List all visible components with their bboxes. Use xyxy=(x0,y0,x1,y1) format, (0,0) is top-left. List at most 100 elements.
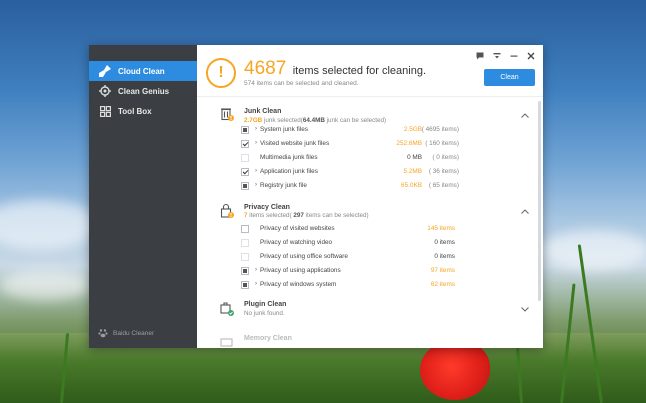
collapse-chevron-icon[interactable] xyxy=(521,207,529,215)
row-label: Privacy of using applications xyxy=(260,267,341,274)
row-label: System junk files xyxy=(260,126,308,133)
section-subtitle: 7 items selected( 297 items can be selec… xyxy=(244,212,369,219)
row-count: ( 0 items) xyxy=(432,154,459,161)
checkbox[interactable] xyxy=(241,225,249,233)
expand-chevron-icon[interactable] xyxy=(521,305,529,313)
privacy-row-video: Privacy of watching video 0 items xyxy=(197,237,543,249)
row-size: 252.6MB xyxy=(396,140,422,147)
background-cloud xyxy=(0,270,90,300)
sidebar-item-label: Clean Genius xyxy=(118,86,170,96)
close-icon[interactable] xyxy=(526,51,535,60)
grid-icon xyxy=(98,104,112,118)
window-controls xyxy=(475,51,535,60)
row-count: ( 36 items) xyxy=(428,168,459,175)
row-label: Privacy of using office software xyxy=(260,253,348,260)
row-items: 0 items xyxy=(434,239,455,246)
privacy-sub-end: items can be selected) xyxy=(303,212,369,219)
background-cloud xyxy=(540,230,646,270)
sidebar-item-tool-box[interactable]: Tool Box xyxy=(89,101,197,121)
checkbox[interactable] xyxy=(241,253,249,261)
expand-arrow-icon[interactable]: › xyxy=(255,126,257,132)
background-cloud xyxy=(0,200,100,250)
row-size: 5.2MB xyxy=(403,168,422,175)
gear-icon xyxy=(98,84,112,98)
minimize-icon[interactable] xyxy=(509,51,518,60)
checkbox[interactable] xyxy=(241,154,249,162)
paw-icon xyxy=(98,328,108,338)
headline-text: items selected for cleaning. xyxy=(292,65,427,77)
sidebar: Cloud Clean Clean Genius Tool Box Baidu … xyxy=(89,45,197,348)
row-count: ( 65 items) xyxy=(428,182,459,189)
scan-results: Junk Clean 2.7GB junk selected(64.4MB ju… xyxy=(197,97,543,348)
section-title: Plugin Clean xyxy=(244,301,287,308)
checkbox[interactable] xyxy=(241,126,249,134)
selected-count: 4687 xyxy=(244,58,287,79)
row-label: Visited website junk files xyxy=(260,140,330,147)
privacy-row-windows: › Privacy of windows system 62 items xyxy=(197,279,543,291)
junk-sub-end: junk can be selected) xyxy=(324,117,387,124)
checkbox[interactable] xyxy=(241,239,249,247)
expand-arrow-icon[interactable]: › xyxy=(255,281,257,287)
trash-icon xyxy=(219,106,235,122)
row-count: ( 4695 items) xyxy=(421,126,459,133)
junk-row-application: › Application junk files 5.2MB ( 36 item… xyxy=(197,166,543,178)
sidebar-item-cloud-clean[interactable]: Cloud Clean xyxy=(89,61,197,81)
privacy-sub-text: items selected( xyxy=(247,212,294,219)
privacy-row-office: Privacy of using office software 0 items xyxy=(197,251,543,263)
row-size: 2.5GB xyxy=(403,126,422,133)
expand-arrow-icon[interactable]: › xyxy=(255,182,257,188)
expand-arrow-icon[interactable]: › xyxy=(255,140,257,146)
junk-available-size: 64.4MB xyxy=(302,117,325,124)
section-subtitle: 2.7GB junk selected(64.4MB junk can be s… xyxy=(244,117,386,124)
sidebar-item-clean-genius[interactable]: Clean Genius xyxy=(89,81,197,101)
row-size: 65.0KB xyxy=(401,182,422,189)
app-window: Cloud Clean Clean Genius Tool Box Baidu … xyxy=(89,45,543,348)
junk-sub-text: junk selected( xyxy=(262,117,303,124)
summary-subline: 574 items can be selected and cleaned. xyxy=(244,80,359,87)
row-items: 0 items xyxy=(434,253,455,260)
summary-header: ! 4687 items selected for cleaning. 574 … xyxy=(197,45,543,97)
broom-icon xyxy=(98,64,112,78)
sidebar-nav: Cloud Clean Clean Genius Tool Box xyxy=(89,45,197,121)
row-label: Privacy of windows system xyxy=(260,281,337,288)
row-label: Registry junk file xyxy=(260,182,307,189)
plugin-icon xyxy=(219,301,235,317)
row-items: 62 items xyxy=(430,281,455,288)
checkbox[interactable] xyxy=(241,267,249,275)
junk-row-registry: › Registry junk file 65.0KB ( 65 items) xyxy=(197,180,543,192)
row-label: Application junk files xyxy=(260,168,318,175)
sidebar-item-label: Tool Box xyxy=(118,106,152,116)
section-title: Memory Clean xyxy=(244,335,292,342)
expand-arrow-icon[interactable]: › xyxy=(255,168,257,174)
row-label: Multimedia junk files xyxy=(260,154,318,161)
junk-selected-size: 2.7GB xyxy=(244,117,263,124)
main-panel: ! 4687 items selected for cleaning. 574 … xyxy=(197,45,543,348)
checkbox[interactable] xyxy=(241,168,249,176)
warning-icon: ! xyxy=(206,58,236,88)
section-title: Junk Clean xyxy=(244,108,282,115)
sidebar-footer: Baidu Cleaner xyxy=(98,328,154,338)
feedback-icon[interactable] xyxy=(475,51,484,60)
junk-row-multimedia: Multimedia junk files 0 MB ( 0 items) xyxy=(197,152,543,164)
expand-arrow-icon[interactable]: › xyxy=(255,267,257,273)
collapse-chevron-icon[interactable] xyxy=(521,111,529,119)
row-label: Privacy of visited websites xyxy=(260,225,335,232)
sidebar-item-label: Cloud Clean xyxy=(118,66,165,76)
junk-row-website: › Visited website junk files 252.6MB ( 1… xyxy=(197,138,543,150)
row-items: 145 items xyxy=(427,225,455,232)
privacy-available-count: 297 xyxy=(293,212,304,219)
clean-button[interactable]: Clean xyxy=(484,69,535,86)
section-title: Privacy Clean xyxy=(244,204,290,211)
menu-icon[interactable] xyxy=(492,51,501,60)
junk-row-system: › System junk files 2.5GB ( 4695 items) xyxy=(197,124,543,136)
row-size: 0 MB xyxy=(407,154,422,161)
checkbox[interactable] xyxy=(241,281,249,289)
privacy-lock-icon xyxy=(219,203,235,219)
section-subtitle: No junk found. xyxy=(244,310,285,317)
memory-icon xyxy=(219,335,235,348)
checkbox[interactable] xyxy=(241,182,249,190)
checkbox[interactable] xyxy=(241,140,249,148)
row-label: Privacy of watching video xyxy=(260,239,333,246)
row-count: ( 160 items) xyxy=(425,140,459,147)
privacy-row-applications: › Privacy of using applications 97 items xyxy=(197,265,543,277)
